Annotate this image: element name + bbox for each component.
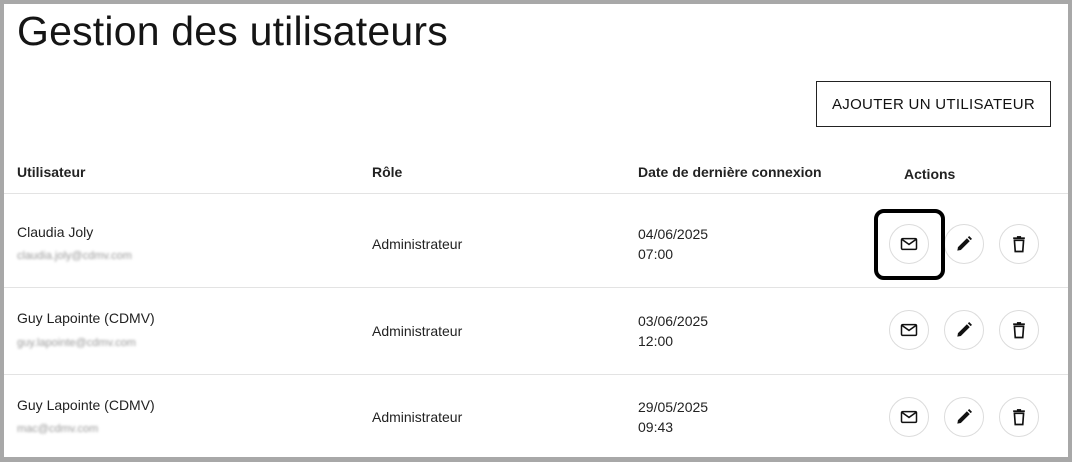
user-role: Administrateur bbox=[372, 236, 463, 252]
user-name: Guy Lapointe (CDMV) bbox=[17, 397, 155, 413]
edit-user-button[interactable] bbox=[944, 224, 984, 264]
last-login-time: 09:43 bbox=[638, 419, 674, 435]
delete-user-button[interactable] bbox=[999, 224, 1039, 264]
pencil-icon bbox=[957, 322, 972, 337]
last-login: 03/06/2025 12:00 bbox=[638, 311, 708, 351]
column-header-actions: Actions bbox=[904, 166, 956, 182]
send-email-button[interactable] bbox=[889, 310, 929, 350]
user-email: claudia.joly@cdmv.com bbox=[17, 250, 132, 262]
edit-user-button[interactable] bbox=[944, 397, 984, 437]
mail-icon bbox=[900, 410, 918, 424]
user-name: Guy Lapointe (CDMV) bbox=[17, 310, 155, 326]
send-email-button[interactable] bbox=[889, 397, 929, 437]
edit-user-button[interactable] bbox=[944, 310, 984, 350]
last-login: 29/05/2025 09:43 bbox=[638, 397, 708, 437]
page-title: Gestion des utilisateurs bbox=[17, 8, 448, 54]
focus-ring bbox=[874, 209, 945, 280]
pencil-icon bbox=[957, 409, 972, 424]
last-login: 04/06/2025 07:00 bbox=[638, 224, 708, 264]
last-login-time: 12:00 bbox=[638, 333, 674, 349]
trash-icon bbox=[1013, 409, 1025, 426]
delete-user-button[interactable] bbox=[999, 310, 1039, 350]
header-divider bbox=[4, 193, 1068, 194]
pencil-icon bbox=[957, 236, 972, 251]
user-name: Claudia Joly bbox=[17, 224, 94, 240]
last-login-date: 03/06/2025 bbox=[638, 313, 709, 329]
add-user-button[interactable]: AJOUTER UN UTILISATEUR bbox=[816, 81, 1051, 127]
column-header-role: Rôle bbox=[372, 164, 403, 180]
user-email: mac@cdmv.com bbox=[17, 423, 99, 435]
row-divider bbox=[4, 287, 1068, 288]
last-login-date: 29/05/2025 bbox=[638, 399, 709, 415]
user-role: Administrateur bbox=[372, 409, 463, 425]
trash-icon bbox=[1013, 236, 1025, 253]
delete-user-button[interactable] bbox=[999, 397, 1039, 437]
user-role: Administrateur bbox=[372, 323, 463, 339]
trash-icon bbox=[1013, 322, 1025, 339]
last-login-date: 04/06/2025 bbox=[638, 226, 709, 242]
column-header-user: Utilisateur bbox=[17, 164, 86, 180]
column-header-last-login: Date de dernière connexion bbox=[638, 164, 822, 180]
mail-icon bbox=[900, 323, 918, 337]
app-frame: Gestion des utilisateurs AJOUTER UN UTIL… bbox=[0, 0, 1072, 462]
row-divider bbox=[4, 374, 1068, 375]
last-login-time: 07:00 bbox=[638, 246, 674, 262]
user-email: guy.lapointe@cdmv.com bbox=[17, 337, 136, 349]
